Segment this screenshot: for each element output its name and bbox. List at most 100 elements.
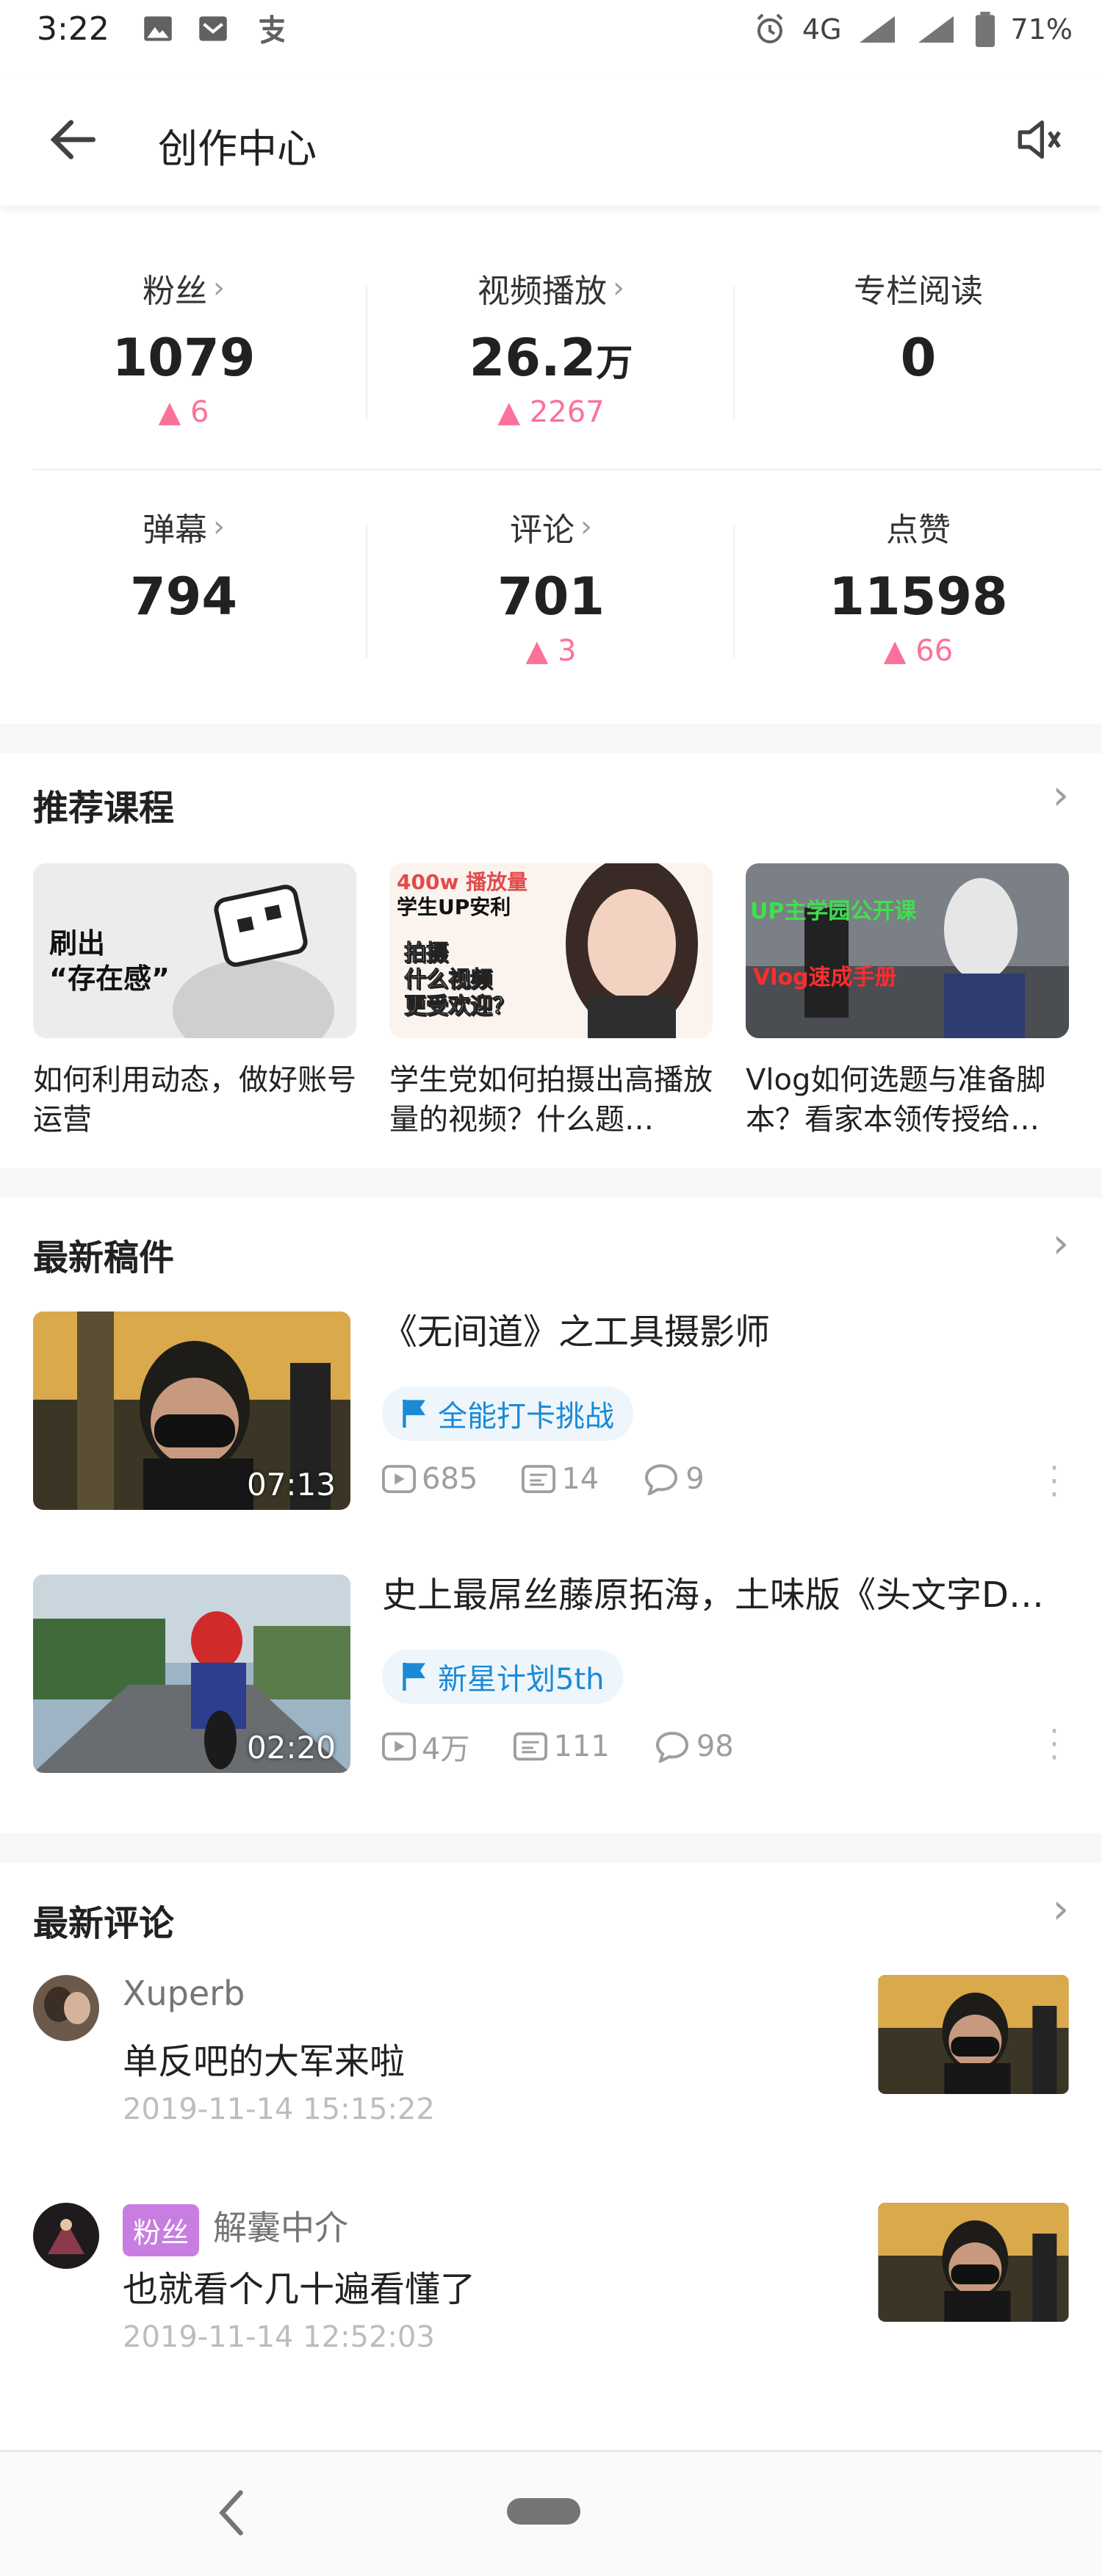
play-count-icon xyxy=(382,1732,416,1761)
stat-label: 评论 › xyxy=(367,503,735,550)
network-type: 4G xyxy=(802,13,842,46)
submission-item[interactable]: 07:13 《无间道》之工具摄影师 全能打卡挑战 685 14 9 · · · xyxy=(33,1312,1069,1511)
submission-title: 《无间道》之工具摄影师 xyxy=(382,1312,771,1353)
submission-tag[interactable]: 新星计划5th xyxy=(382,1649,624,1704)
comment-text: 单反吧的大军来啦 xyxy=(123,2041,406,2082)
submission-item[interactable]: 02:20 史上最屌丝藤原拓海，土味版《头文字D… 新星计划5th 4万 111… xyxy=(33,1575,1069,1774)
comments-title: 最新评论 xyxy=(33,1903,175,1944)
comment-video-thumbnail[interactable] xyxy=(878,1975,1069,2094)
chevron-right-icon: › xyxy=(1052,1885,1069,1933)
stat-fans-label: 粉丝 xyxy=(143,273,207,310)
comment-text: 也就看个几十遍看懂了 xyxy=(123,2269,476,2310)
chevron-right-icon: › xyxy=(1052,771,1069,819)
course-card[interactable]: 刷出 “存在感” 如何利用动态，做好账号运营 xyxy=(33,863,356,1140)
stat-video-plays[interactable]: 视频播放 › 26.2万 ▲ 2267 xyxy=(367,265,735,429)
back-arrow-icon[interactable] xyxy=(44,110,103,169)
course-title: 学生党如何拍摄出高播放量的视频？什么题… xyxy=(389,1063,713,1137)
course-thumbnail: 400w 播放量 学生UP安利 拍摄 什么视频 更受欢迎？ xyxy=(389,863,713,1038)
stat-column-reads: 专栏阅读 0 xyxy=(735,265,1102,388)
stat-likes-number: 11598 xyxy=(829,566,1008,627)
up-triangle-icon: ▲ xyxy=(497,395,521,429)
avatar[interactable] xyxy=(33,1975,99,2041)
stat-danmaku[interactable]: 弹幕 › 794 xyxy=(0,503,367,627)
page-title: 创作中心 xyxy=(158,126,317,172)
section-gap xyxy=(0,1168,1102,1198)
stat-plays-number: 26.2 xyxy=(469,328,597,388)
danmaku-count: 111 xyxy=(553,1730,610,1763)
stat-plays-label: 视频播放 xyxy=(478,273,607,310)
comments-count: 98 xyxy=(696,1730,734,1763)
stat-plays-unit: 万 xyxy=(596,342,633,384)
stat-label: 专栏阅读 xyxy=(735,265,1102,312)
course-card[interactable]: 400w 播放量 学生UP安利 拍摄 什么视频 更受欢迎？ 学生党如何拍摄出高播… xyxy=(389,863,713,1140)
stat-comments-delta-value: 3 xyxy=(558,634,577,668)
stat-likes-label: 点赞 xyxy=(886,511,951,549)
courses-header[interactable]: 推荐课程 › xyxy=(33,771,1069,838)
stat-likes: 点赞 11598 ▲ 66 xyxy=(735,503,1102,668)
battery-icon xyxy=(975,12,995,47)
stat-fans-value: 1079 xyxy=(0,328,367,388)
stat-fans-delta: ▲ 6 xyxy=(0,395,367,429)
chevron-right-icon: › xyxy=(580,510,592,544)
avatar[interactable] xyxy=(33,2203,99,2269)
stat-likes-delta-value: 66 xyxy=(915,634,954,668)
tag-label: 新星计划5th xyxy=(438,1663,605,1697)
comment-username[interactable]: 解囊中介 xyxy=(213,2201,348,2250)
submission-metrics: 685 14 9 xyxy=(382,1462,749,1496)
danmaku-count: 14 xyxy=(561,1462,599,1496)
fan-badge: 粉丝 xyxy=(123,2204,200,2256)
speaker-mute-icon[interactable] xyxy=(1010,110,1069,169)
gallery-icon xyxy=(144,16,172,41)
more-options-icon[interactable]: · · · xyxy=(1043,1716,1065,1774)
stat-plays-delta: ▲ 2267 xyxy=(367,395,735,429)
battery-level: 71% xyxy=(1010,13,1073,46)
comment-time: 2019-11-14 15:15:22 xyxy=(123,2093,435,2126)
course-3-image xyxy=(746,863,1069,1038)
alarm-icon xyxy=(757,13,783,43)
submission-thumbnail[interactable]: 07:13 xyxy=(33,1312,350,1510)
stat-danmaku-value: 794 xyxy=(0,566,367,627)
course-card[interactable]: UP主学园公开课 Vlog速成手册 Vlog如何选题与准备脚本？看家本领传授给… xyxy=(746,863,1069,1140)
nav-back-icon[interactable] xyxy=(213,2487,250,2539)
stat-reads-value: 0 xyxy=(735,328,1102,388)
stat-likes-value: 11598 xyxy=(735,566,1102,627)
comments-metric: 98 xyxy=(654,1730,734,1763)
submission-thumbnail[interactable]: 02:20 xyxy=(33,1575,350,1773)
stat-label: 点赞 xyxy=(735,503,1102,550)
stat-fans[interactable]: 粉丝 › 1079 ▲ 6 xyxy=(0,265,367,429)
stat-comments-number: 701 xyxy=(497,566,605,627)
stat-plays-delta-value: 2267 xyxy=(529,395,605,429)
chevron-right-icon: › xyxy=(613,271,624,305)
stat-comments-delta: ▲ 3 xyxy=(367,634,735,668)
stat-label: 弹幕 › xyxy=(0,503,367,550)
more-options-icon[interactable]: · · · xyxy=(1043,1453,1065,1511)
section-gap xyxy=(0,1833,1102,1863)
stat-comments[interactable]: 评论 › 701 ▲ 3 xyxy=(367,503,735,668)
nav-home-pill[interactable] xyxy=(507,2498,580,2525)
comment-time: 2019-11-14 12:52:03 xyxy=(123,2320,435,2354)
alipay-icon xyxy=(259,15,285,44)
comments-header[interactable]: 最新评论 › xyxy=(33,1885,1069,1953)
submissions-header[interactable]: 最新稿件 › xyxy=(33,1220,1069,1287)
comment-item[interactable]: Xuperb 单反吧的大军来啦 2019-11-14 15:15:22 xyxy=(33,1974,1069,2144)
comment-username[interactable]: Xuperb xyxy=(123,1974,245,2013)
stat-label: 粉丝 › xyxy=(0,265,367,312)
comment-item[interactable]: 粉丝 解囊中介 也就看个几十遍看懂了 2019-11-14 12:52:03 xyxy=(33,2203,1069,2372)
comment-bubble-icon xyxy=(645,1464,678,1495)
comment-video-thumbnail[interactable] xyxy=(878,2203,1069,2322)
stats-panel: 粉丝 › 1079 ▲ 6 视频播放 › 26.2万 ▲ 2267 专栏阅读 0 弹… xyxy=(0,213,1102,720)
course-2-thumb-text-2: 学生UP安利 xyxy=(397,895,511,919)
course-1-thumb-text: 刷出 “存在感” xyxy=(49,927,170,995)
stat-likes-delta: ▲ 66 xyxy=(735,634,1102,668)
course-title: Vlog如何选题与准备脚本？看家本领传授给… xyxy=(746,1063,1046,1137)
up-triangle-icon: ▲ xyxy=(525,634,549,668)
course-thumbnail: 刷出 “存在感” xyxy=(33,863,356,1038)
stat-plays-value: 26.2万 xyxy=(367,328,735,388)
submission-tag[interactable]: 全能打卡挑战 xyxy=(382,1386,633,1441)
course-2-thumb-text-3: 拍摄 什么视频 更受欢迎？ xyxy=(404,940,515,1020)
plays-count: 4万 xyxy=(422,1733,470,1766)
stats-row-divider xyxy=(33,469,1102,470)
up-triangle-icon: ▲ xyxy=(158,395,181,429)
mail-icon xyxy=(199,16,227,41)
section-gap xyxy=(0,724,1102,753)
